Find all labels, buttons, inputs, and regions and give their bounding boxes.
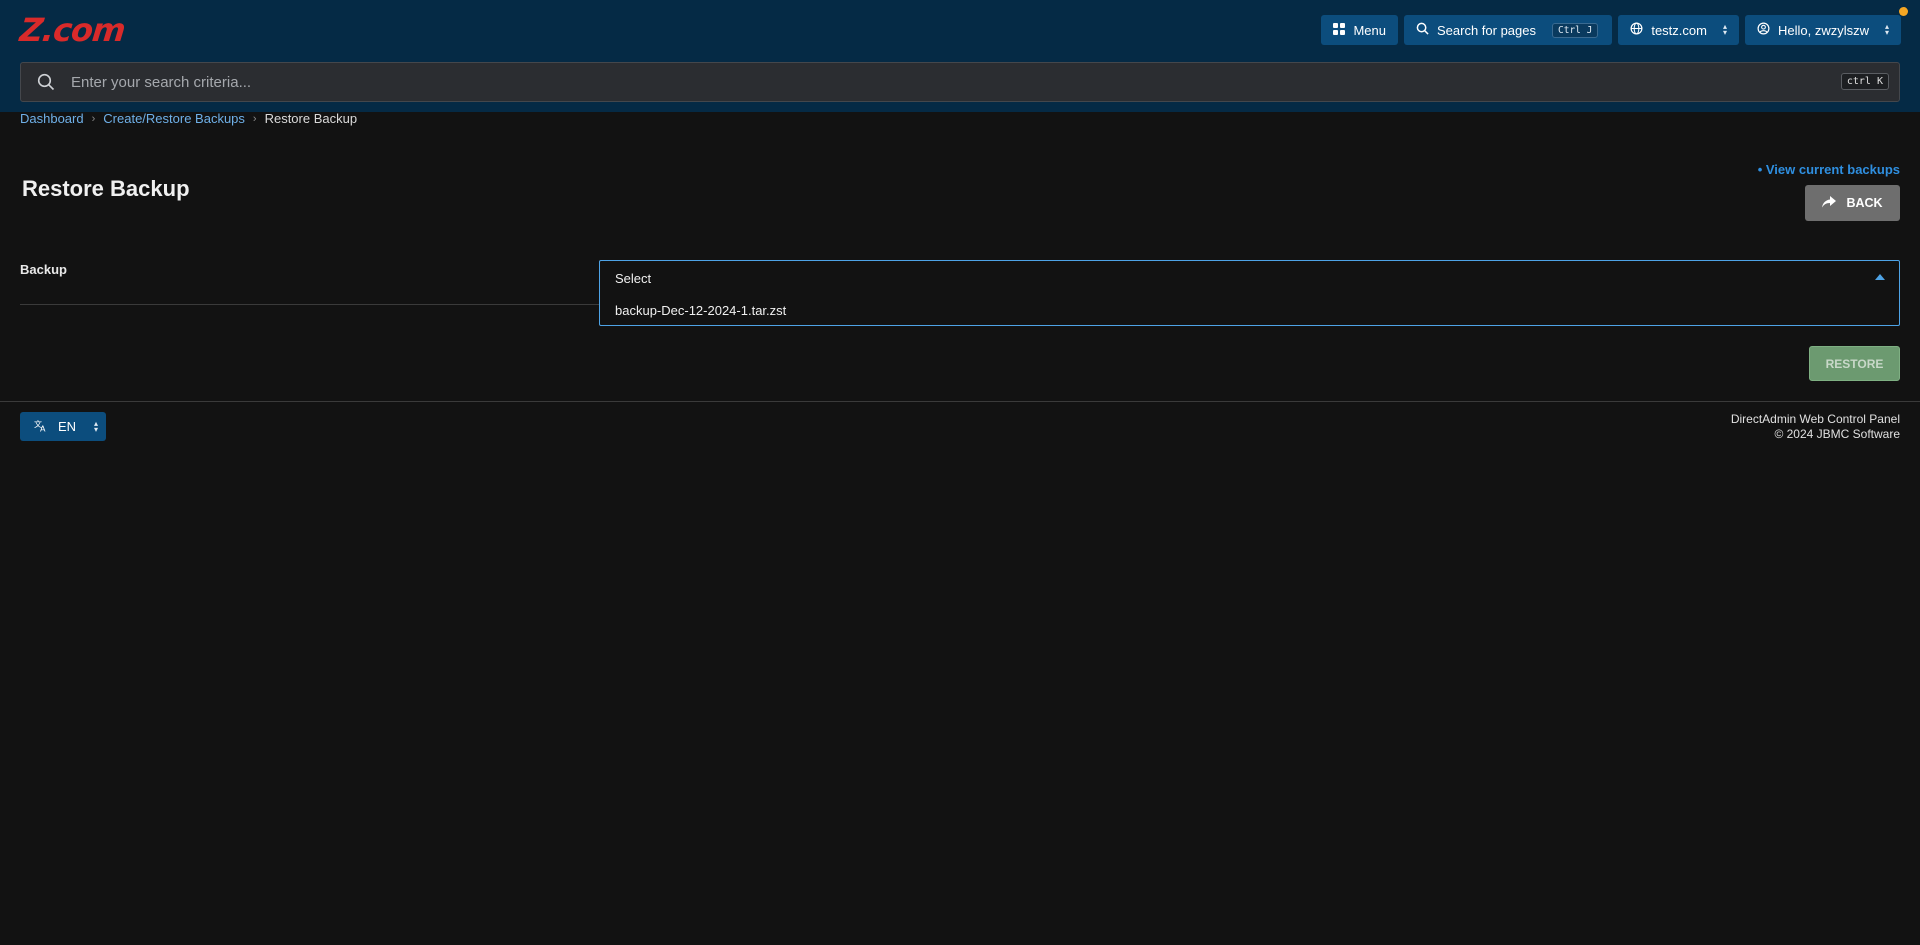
chevron-up-down-icon: ▴ ▾: [1722, 22, 1727, 37]
chevron-right-icon: ›: [252, 112, 257, 125]
user-menu[interactable]: Hello, zwzylszw ▴ ▾: [1744, 7, 1908, 45]
search-pages-label: Search for pages: [1436, 22, 1536, 38]
restore-button[interactable]: RESTORE: [1809, 346, 1900, 381]
language-label: EN: [58, 419, 77, 434]
top-header: Z.com Menu Search for pages Ctrl J testz…: [0, 0, 1920, 112]
search-shortcut: ctrl K: [1840, 73, 1889, 90]
select-current-value: Select: [615, 271, 652, 286]
search-pages-shortcut: Ctrl J: [1552, 22, 1599, 38]
select-option[interactable]: backup-Dec-12-2024-1.tar.zst: [615, 303, 786, 318]
back-label: BACK: [1846, 196, 1883, 210]
chevron-up-down-icon: ▴ ▾: [93, 419, 98, 434]
global-search-bar: ctrl K: [20, 62, 1900, 102]
breadcrumb: Dashboard › Create/Restore Backups › Res…: [20, 111, 357, 126]
user-icon: [1757, 22, 1770, 38]
language-select[interactable]: 文A EN ▴ ▾: [20, 412, 106, 441]
page-title: Restore Backup: [22, 176, 190, 201]
globe-icon: [1630, 22, 1643, 38]
footer-divider: [0, 401, 1920, 402]
translate-icon: 文A: [34, 419, 48, 435]
breadcrumb-current: Restore Backup: [264, 111, 358, 126]
menu-button[interactable]: Menu: [1321, 15, 1398, 45]
search-icon: [1416, 22, 1429, 38]
footer-product: DirectAdmin Web Control Panel: [1730, 412, 1900, 426]
top-actions: Menu Search for pages Ctrl J testz.com ▴…: [1321, 7, 1908, 45]
domain-select[interactable]: testz.com ▴ ▾: [1618, 15, 1739, 45]
backup-field-label: Backup: [20, 262, 67, 277]
domain-label: testz.com: [1651, 22, 1707, 38]
back-button[interactable]: BACK: [1805, 185, 1900, 221]
field-divider: [20, 304, 600, 305]
chevron-up-down-icon: ▴ ▾: [1884, 22, 1889, 37]
backup-select[interactable]: Select backup-Dec-12-2024-1.tar.zst: [599, 260, 1900, 326]
user-label: Hello, zwzylszw: [1777, 22, 1869, 38]
logo[interactable]: Z.com: [18, 11, 127, 49]
footer-copyright: © 2024 JBMC Software: [1774, 427, 1900, 441]
view-current-backups-link[interactable]: • View current backups: [1758, 162, 1900, 177]
search-icon: [37, 73, 55, 95]
grid-icon: [1333, 22, 1346, 38]
search-input[interactable]: [71, 63, 1831, 101]
svg-text:A: A: [40, 424, 46, 432]
share-arrow-icon: [1822, 195, 1837, 211]
search-pages-button[interactable]: Search for pages Ctrl J: [1403, 15, 1613, 45]
footer-credits: DirectAdmin Web Control Panel © 2024 JBM…: [1731, 412, 1900, 442]
logo-text: Z.com: [18, 11, 127, 49]
caret-up-icon: [1875, 274, 1885, 280]
notification-dot: [1899, 7, 1908, 16]
chevron-right-icon: ›: [91, 112, 96, 125]
breadcrumb-dashboard[interactable]: Dashboard: [20, 111, 84, 126]
breadcrumb-create-restore-backups[interactable]: Create/Restore Backups: [103, 111, 245, 126]
menu-label: Menu: [1353, 22, 1386, 38]
